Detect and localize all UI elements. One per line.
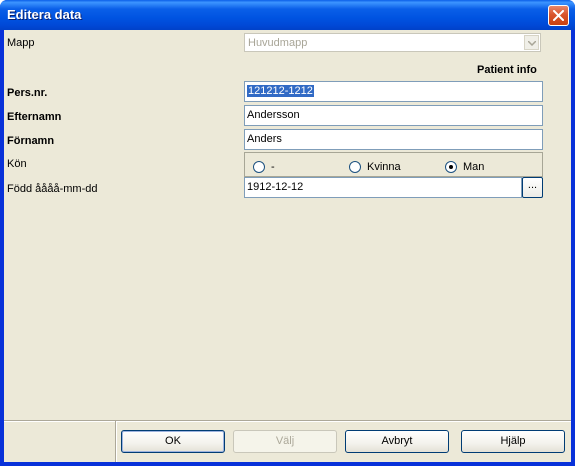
radio-selected-icon <box>445 160 457 173</box>
gender-radio-none[interactable]: - <box>253 160 275 173</box>
folder-select[interactable]: Huvudmapp <box>244 33 541 52</box>
chevron-down-icon <box>528 41 536 46</box>
radio-circle-icon <box>349 160 361 173</box>
gender-radio-group: - Kvinna Man <box>244 152 543 177</box>
help-button[interactable]: Hjälp <box>461 430 565 453</box>
fornamn-field[interactable]: Anders <box>244 129 543 150</box>
gender-radio-man[interactable]: Man <box>445 160 484 173</box>
fornamn-label: Förnamn <box>7 135 55 147</box>
folder-select-value: Huvudmapp <box>248 37 308 49</box>
title-bar[interactable]: Editera data <box>0 0 575 30</box>
persnr-field[interactable]: 121212-1212 <box>244 81 543 102</box>
footer-divider <box>4 420 571 422</box>
fodd-field[interactable]: 1912-12-12 <box>244 177 522 198</box>
dialog-window: Editera data Mapp Huvudmapp Patient info… <box>0 0 575 466</box>
close-icon <box>553 10 564 21</box>
gender-option-label: - <box>271 160 275 173</box>
radio-circle-icon <box>253 160 265 173</box>
efternamn-field[interactable]: Andersson <box>244 105 543 126</box>
gender-option-label: Kvinna <box>367 160 401 173</box>
persnr-value: 121212-1212 <box>247 85 314 97</box>
dialog-body: Mapp Huvudmapp Patient info Pers.nr. 121… <box>4 30 571 462</box>
window-title: Editera data <box>7 7 82 22</box>
cancel-button[interactable]: Avbryt <box>345 430 449 453</box>
efternamn-label: Efternamn <box>7 111 62 123</box>
valj-button[interactable]: Välj <box>233 430 337 453</box>
gender-option-label: Man <box>463 160 485 173</box>
ok-button[interactable]: OK <box>121 430 225 453</box>
fodd-value: 1912-12-12 <box>247 181 304 193</box>
persnr-label: Pers.nr. <box>7 87 48 99</box>
section-heading: Patient info <box>477 64 537 76</box>
fornamn-value: Anders <box>247 133 282 145</box>
date-browse-button[interactable]: ... <box>522 177 543 198</box>
fodd-label: Född åååå-mm-dd <box>7 183 98 195</box>
close-button[interactable] <box>548 5 569 26</box>
gender-radio-kvinna[interactable]: Kvinna <box>349 160 401 173</box>
folder-select-dropdown-button[interactable] <box>524 35 539 50</box>
footer-divider-vertical <box>115 421 117 462</box>
folder-label: Mapp <box>7 37 35 49</box>
efternamn-value: Andersson <box>247 109 300 121</box>
kon-label: Kön <box>7 158 27 170</box>
